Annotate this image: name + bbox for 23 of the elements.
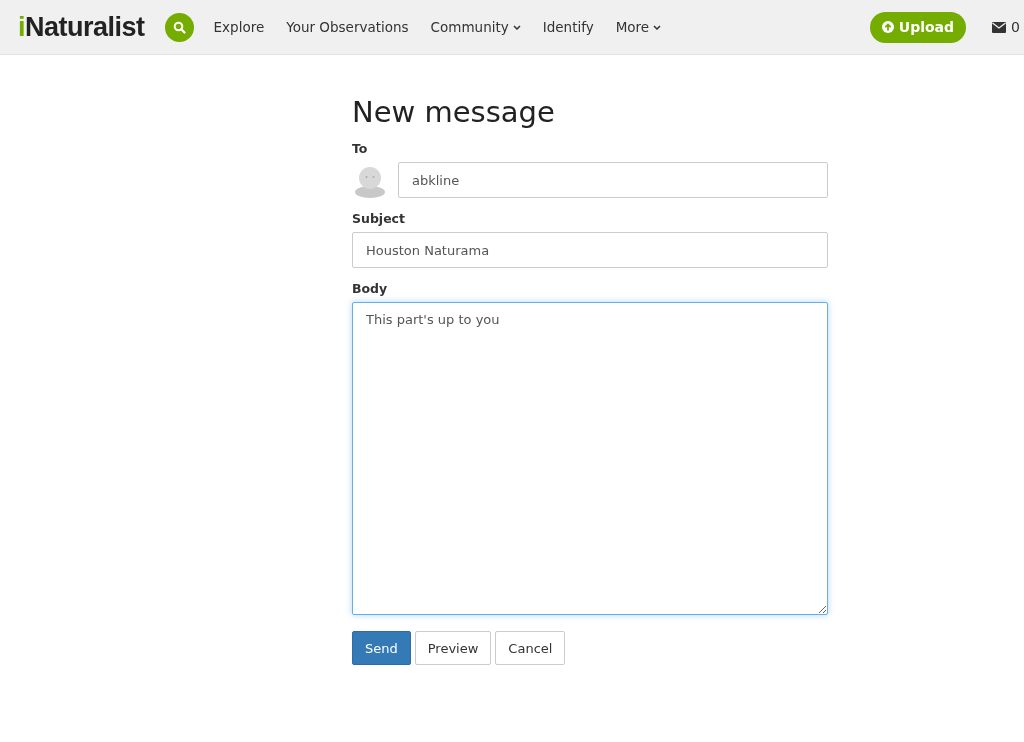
recipient-field[interactable]: abkline	[398, 162, 828, 198]
search-button[interactable]	[164, 12, 194, 42]
chevron-down-icon	[512, 24, 521, 30]
nav-link[interactable]: Community	[419, 19, 532, 35]
form-button[interactable]: Send	[352, 631, 411, 665]
search-icon	[172, 20, 186, 34]
nav-link[interactable]: Identify	[531, 19, 605, 35]
nav-link[interactable]: Your Observations	[275, 19, 420, 35]
upload-icon	[881, 21, 894, 33]
page-title: New message	[352, 95, 555, 129]
form-button[interactable]: Cancel	[495, 631, 566, 665]
site-logo[interactable]: iNaturalist	[18, 11, 145, 43]
form-button[interactable]: Preview	[414, 631, 492, 665]
envelope-icon	[992, 21, 1007, 33]
field-label: To	[352, 141, 368, 156]
field-label: Subject	[352, 211, 405, 226]
field-label: Body	[352, 281, 388, 296]
nav-link[interactable]: More	[604, 19, 673, 35]
body-field[interactable]: This part's up to you	[352, 302, 828, 615]
messages-link[interactable]: 0	[992, 19, 1020, 35]
chevron-down-icon	[653, 24, 662, 30]
nav-link[interactable]: Explore	[202, 19, 276, 35]
subject-field[interactable]: Houston Naturama	[352, 232, 828, 268]
